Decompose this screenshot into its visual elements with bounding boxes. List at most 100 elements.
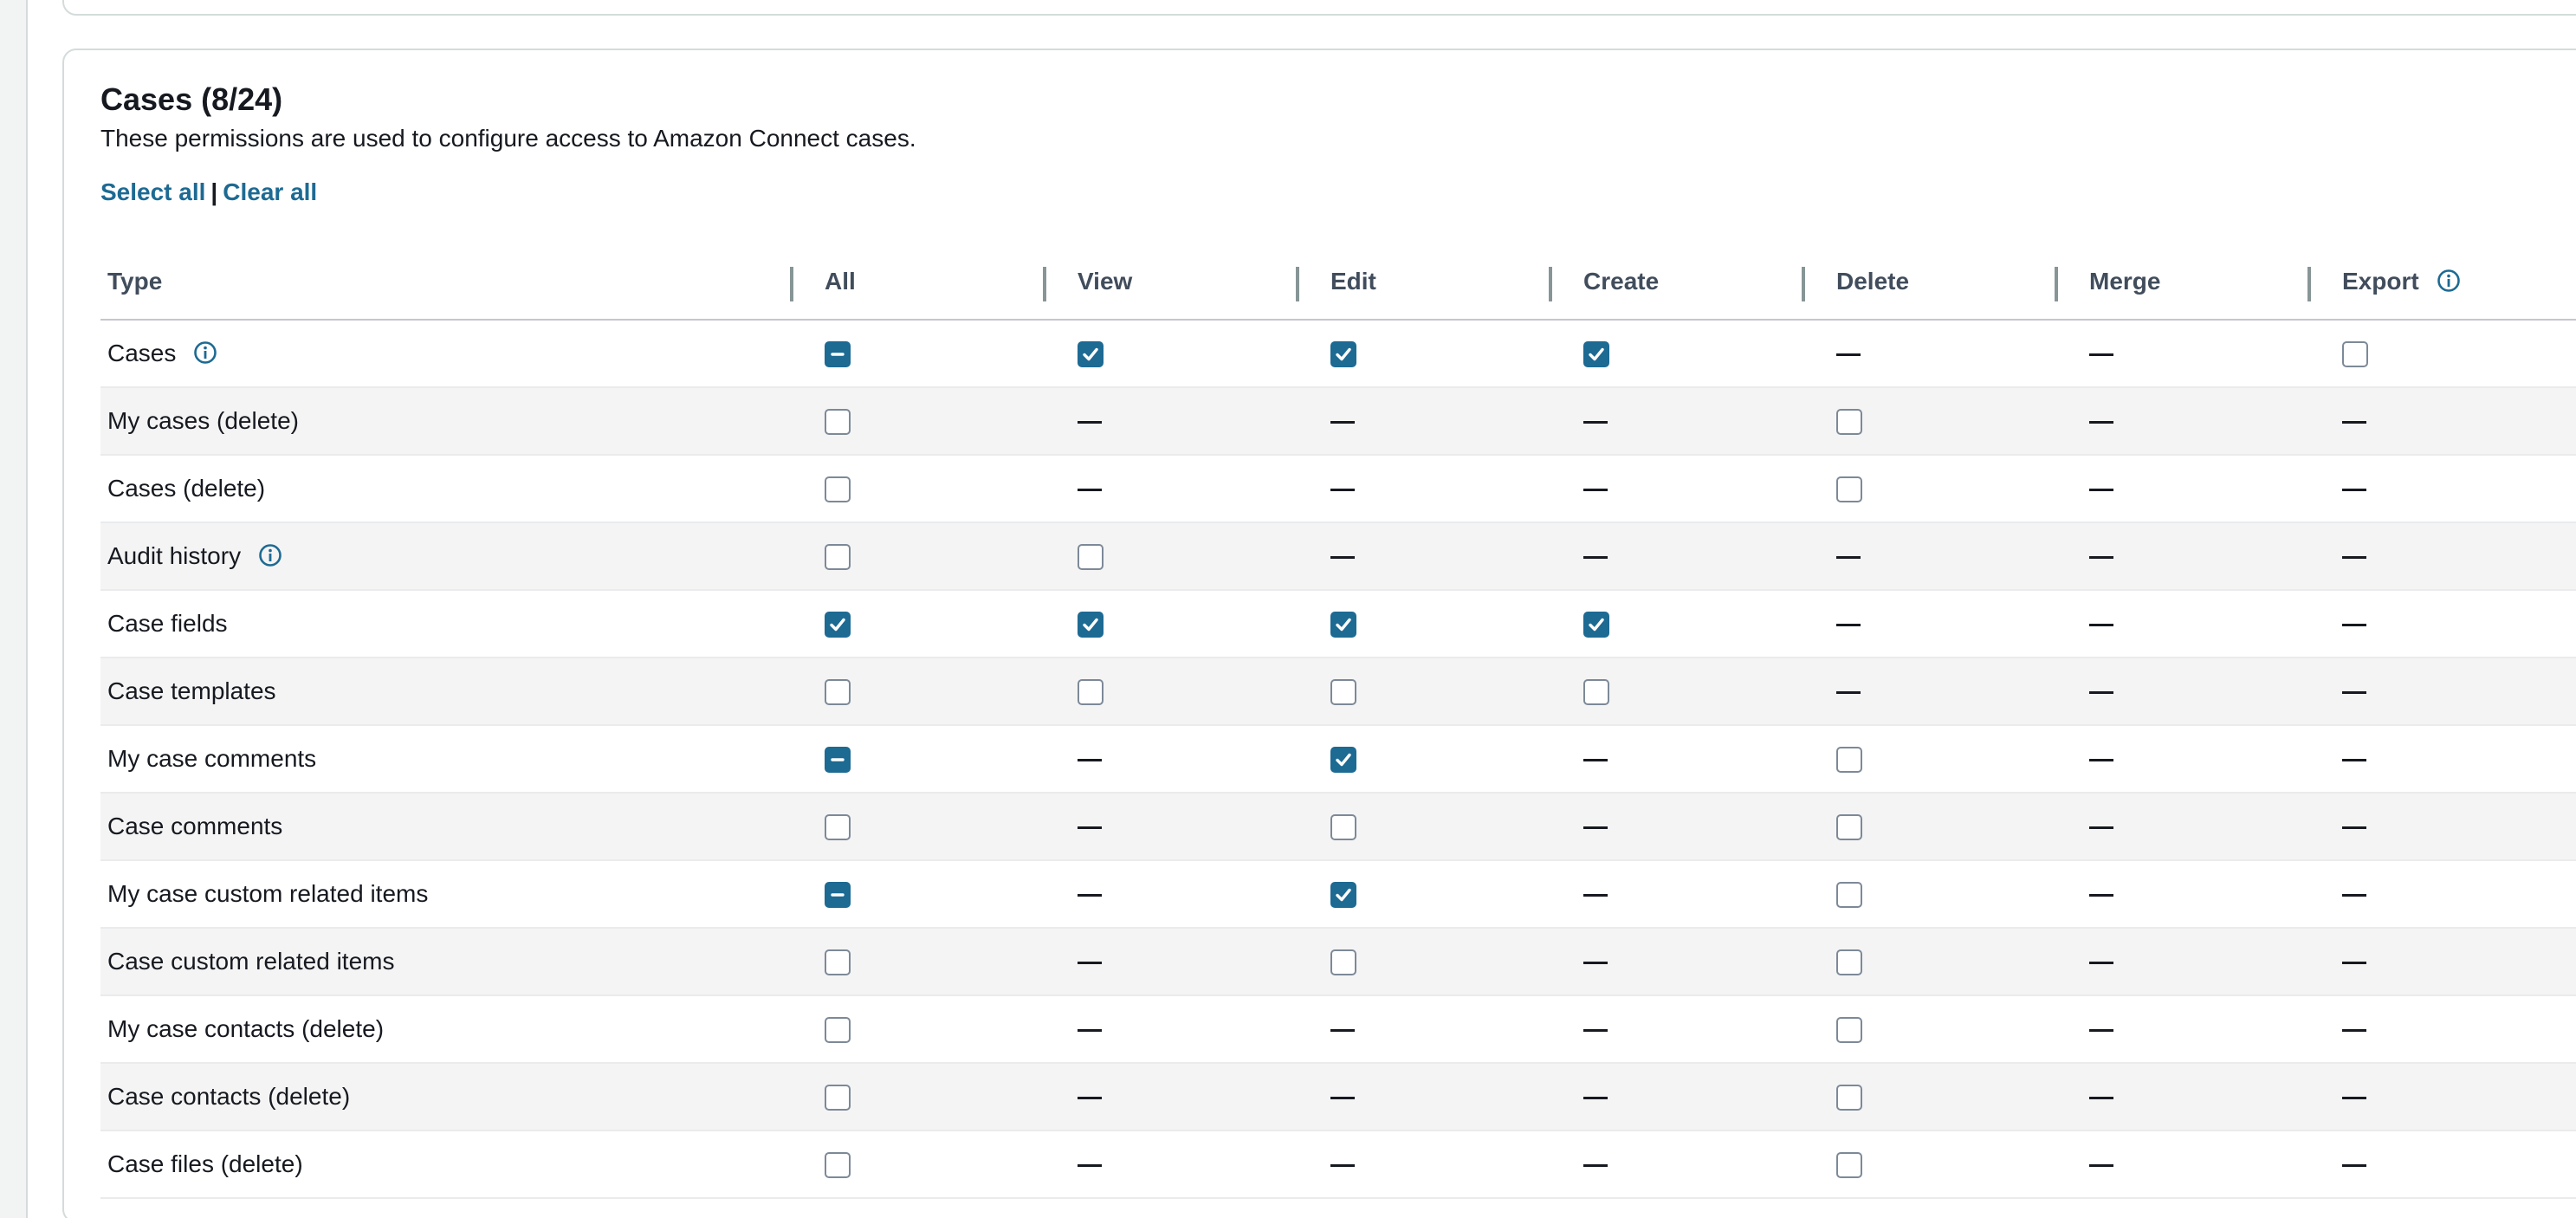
permission-cell-export [2307,1131,2576,1199]
not-applicable-dash [2089,1029,2113,1033]
view-checkbox-checked[interactable] [1078,341,1104,368]
all-checkbox[interactable] [825,814,851,841]
permission-type-label: Case files (delete) [107,1150,303,1177]
view-checkbox[interactable] [1078,544,1104,571]
delete-checkbox[interactable] [1836,409,1862,436]
all-checkbox-checked[interactable] [825,612,851,638]
view-checkbox[interactable] [1078,679,1104,706]
delete-checkbox[interactable] [1836,1152,1862,1179]
create-checkbox-checked[interactable] [1583,612,1609,638]
not-applicable-dash [2089,624,2113,627]
permission-type-cell: Case comments [100,793,790,861]
permission-cell-view [1043,1131,1296,1199]
all-checkbox[interactable] [825,1152,851,1179]
edit-checkbox-checked[interactable] [1330,882,1356,909]
permission-cell-merge [2055,455,2307,523]
permission-cell-all [790,1131,1043,1199]
column-header-type: Type [100,244,790,321]
column-resize-handle[interactable] [1043,267,1046,301]
all-checkbox[interactable] [825,476,851,503]
all-checkbox[interactable] [825,679,851,706]
all-checkbox[interactable] [825,409,851,436]
column-header-label: View [1078,268,1133,295]
view-checkbox-checked[interactable] [1078,612,1104,638]
permission-cell-merge [2055,1063,2307,1131]
all-checkbox-indeterminate[interactable] [825,341,851,368]
permission-cell-all [790,522,1043,591]
export-checkbox[interactable] [2342,341,2368,368]
column-header-label: Merge [2089,268,2161,295]
all-checkbox[interactable] [825,949,851,976]
column-header-label: Delete [1836,268,1910,295]
edit-checkbox-checked[interactable] [1330,612,1356,638]
all-checkbox[interactable] [825,1085,851,1111]
edit-checkbox[interactable] [1330,814,1356,841]
not-applicable-dash [1583,1029,1608,1033]
column-header-export: Export [2307,244,2576,321]
select-all-link[interactable]: Select all [100,178,205,205]
permission-cell-edit [1296,387,1549,456]
all-checkbox-indeterminate[interactable] [825,747,851,774]
delete-checkbox[interactable] [1836,476,1862,503]
permission-cell-view [1043,522,1296,591]
delete-checkbox[interactable] [1836,747,1862,774]
create-checkbox[interactable] [1583,679,1609,706]
not-applicable-dash [2342,1097,2366,1100]
permission-type-cell: My cases (delete) [100,387,790,456]
not-applicable-dash [2089,894,2113,897]
permission-cell-merge [2055,793,2307,861]
not-applicable-dash [1078,759,1102,762]
permission-cell-all [790,995,1043,1064]
permission-cell-edit [1296,658,1549,726]
delete-checkbox[interactable] [1836,1017,1862,1044]
all-checkbox[interactable] [825,1017,851,1044]
info-circle-icon[interactable] [193,340,217,365]
delete-checkbox[interactable] [1836,814,1862,841]
edit-checkbox[interactable] [1330,679,1356,706]
column-resize-handle[interactable] [2055,267,2058,301]
permission-type-label: Cases (delete) [107,475,266,502]
not-applicable-dash [2342,826,2366,830]
table-row: My cases (delete) [100,387,2576,456]
not-applicable-dash [1583,894,1608,897]
permission-cell-delete [1802,793,2055,861]
column-resize-handle[interactable] [790,267,793,301]
not-applicable-dash [1836,353,1861,357]
minus-icon [831,353,845,356]
delete-checkbox[interactable] [1836,1085,1862,1111]
column-resize-handle[interactable] [1296,267,1299,301]
checkmark-icon [1336,348,1351,361]
not-applicable-dash [1330,1029,1355,1033]
edit-checkbox[interactable] [1330,949,1356,976]
permission-type-label: My cases (delete) [107,407,299,434]
not-applicable-dash [1583,1097,1608,1100]
permission-cell-all [790,793,1043,861]
not-applicable-dash [1078,1097,1102,1100]
create-checkbox-checked[interactable] [1583,341,1609,368]
column-resize-handle[interactable] [1549,267,1552,301]
delete-checkbox[interactable] [1836,882,1862,909]
column-resize-handle[interactable] [2307,267,2311,301]
not-applicable-dash [1078,1029,1102,1033]
edit-checkbox-checked[interactable] [1330,747,1356,774]
clear-all-link[interactable]: Clear all [223,178,317,205]
permission-cell-merge [2055,320,2307,388]
not-applicable-dash [1583,759,1608,762]
all-checkbox[interactable] [825,544,851,571]
permission-cell-merge [2055,387,2307,456]
permission-type-cell: My case comments [100,725,790,794]
info-circle-icon[interactable] [258,543,282,567]
column-header-all: All [790,244,1043,321]
permission-cell-view [1043,455,1296,523]
delete-checkbox[interactable] [1836,949,1862,976]
column-resize-handle[interactable] [1802,267,1805,301]
edit-checkbox-checked[interactable] [1330,341,1356,368]
not-applicable-dash [1330,556,1355,560]
permission-type-label: My case comments [107,745,317,772]
info-circle-icon[interactable] [2437,269,2461,293]
permission-type-cell: Case contacts (delete) [100,1063,790,1131]
permission-cell-all [790,590,1043,658]
all-checkbox-indeterminate[interactable] [825,882,851,909]
permission-cell-create [1549,793,1802,861]
table-row: Case contacts (delete) [100,1063,2576,1131]
